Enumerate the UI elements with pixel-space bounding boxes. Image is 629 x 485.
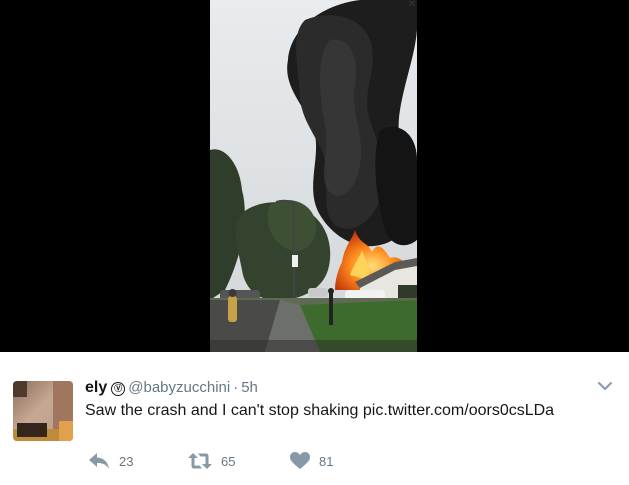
user-handle[interactable]: @babyzucchini xyxy=(128,379,230,396)
crash-photo xyxy=(210,0,417,352)
like-count: 81 xyxy=(319,453,334,469)
like-button[interactable]: 81 xyxy=(290,450,333,472)
video-frame[interactable] xyxy=(210,0,417,352)
tweet-header: ely Ⓥ @babyzucchini · 5h xyxy=(85,379,258,397)
tweet-text: Saw the crash and I can't stop shaking p… xyxy=(85,402,555,419)
reply-icon xyxy=(89,453,109,469)
verified-icon: Ⓥ xyxy=(111,382,126,396)
reply-count: 23 xyxy=(119,453,134,469)
retweet-icon xyxy=(188,453,212,469)
close-icon[interactable]: × xyxy=(408,0,416,10)
reply-button[interactable]: 23 xyxy=(88,450,133,472)
avatar[interactable] xyxy=(13,381,73,441)
tweet-actions: 23 65 81 xyxy=(85,450,385,472)
timestamp[interactable]: 5h xyxy=(241,379,258,396)
display-name[interactable]: ely xyxy=(85,379,107,396)
heart-icon xyxy=(290,452,310,469)
retweet-button[interactable]: 65 xyxy=(188,450,235,472)
chevron-down-icon[interactable] xyxy=(597,378,613,394)
retweet-count: 65 xyxy=(221,453,236,469)
tweet-media[interactable]: × xyxy=(0,0,629,352)
separator-dot: · xyxy=(233,379,239,396)
